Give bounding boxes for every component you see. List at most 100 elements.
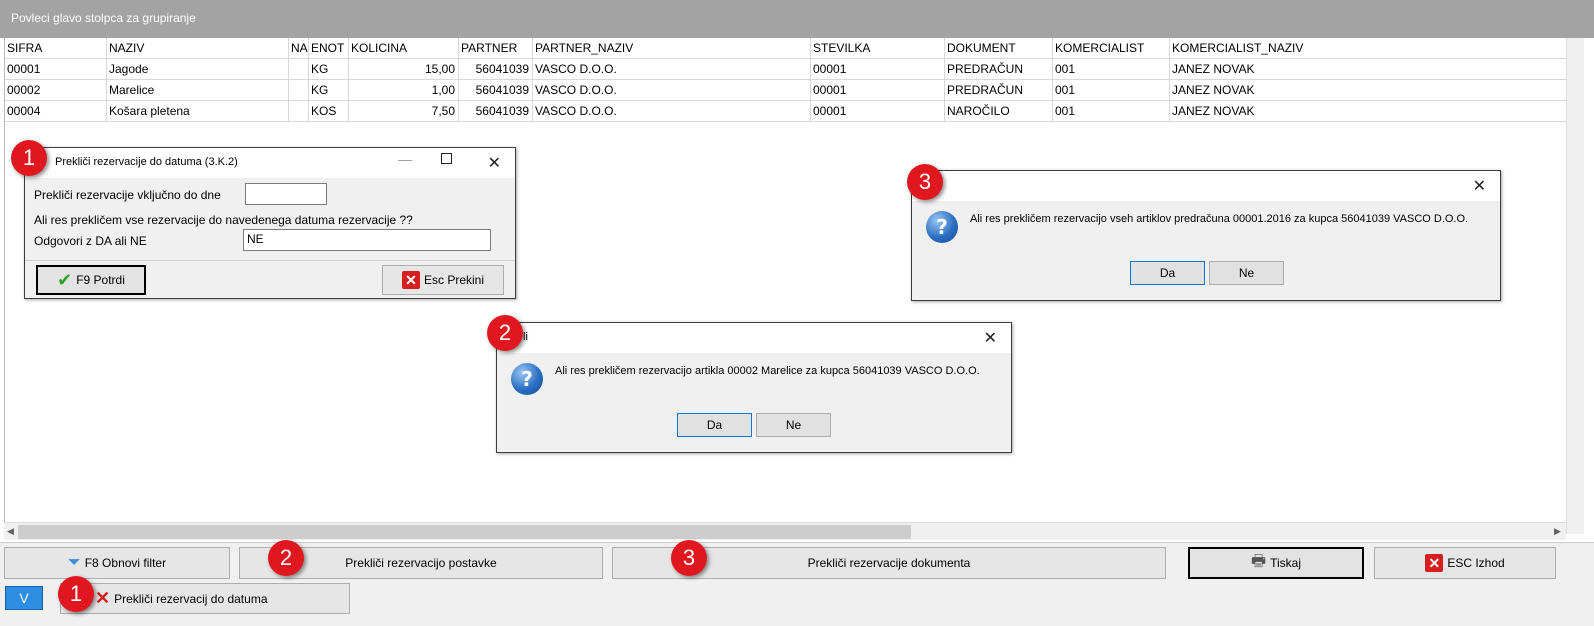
- column-header[interactable]: ENOT: [309, 38, 349, 59]
- table-cell[interactable]: Jagode: [107, 59, 289, 80]
- question-icon: ?: [926, 211, 958, 243]
- step-badge-2: 2: [487, 315, 523, 351]
- table-cell[interactable]: 1,00: [349, 80, 459, 101]
- column-header[interactable]: KOLICINA: [349, 38, 459, 59]
- table-cell[interactable]: 7,50: [349, 101, 459, 122]
- refresh-filter-button[interactable]: ⏷ F8 Obnovi filter: [4, 547, 230, 579]
- table-cell[interactable]: 56041039: [459, 101, 533, 122]
- close-icon[interactable]: ✕: [984, 328, 997, 348]
- yes-button[interactable]: Da: [1130, 261, 1205, 285]
- table-cell[interactable]: [289, 101, 309, 122]
- table-cell[interactable]: JANEZ NOVAK: [1170, 101, 1567, 122]
- cancel-x-icon: ✕: [401, 271, 420, 289]
- column-header[interactable]: NA: [289, 38, 309, 59]
- table-cell[interactable]: KOS: [309, 101, 349, 122]
- exit-button[interactable]: ✕ ESC Izhod: [1374, 547, 1556, 579]
- dialog-title: Prekliči rezervacije do datuma (3.K.2): [55, 156, 238, 168]
- table-cell[interactable]: [289, 80, 309, 101]
- column-header[interactable]: KOMERCIALIST_NAZIV: [1170, 38, 1567, 59]
- no-button[interactable]: Ne: [756, 413, 831, 437]
- table-cell[interactable]: Košara pletena: [107, 101, 289, 122]
- scroll-right-icon[interactable]: ▶: [1554, 526, 1561, 537]
- table-cell[interactable]: 56041039: [459, 80, 533, 101]
- printer-icon: 🖶: [1251, 552, 1267, 570]
- column-header[interactable]: STEVILKA: [811, 38, 945, 59]
- table-cell[interactable]: PREDRAČUN: [945, 59, 1053, 80]
- no-button[interactable]: Ne: [1209, 261, 1284, 285]
- maximize-icon[interactable]: [441, 153, 452, 164]
- table-cell[interactable]: 00001: [5, 59, 107, 80]
- minimize-icon[interactable]: —: [398, 151, 412, 167]
- scroll-thumb[interactable]: [18, 525, 911, 539]
- table-cell[interactable]: Marelice: [107, 80, 289, 101]
- column-header[interactable]: SIFRA: [5, 38, 107, 59]
- step-badge-2: 2: [268, 540, 304, 576]
- table-cell[interactable]: 00004: [5, 101, 107, 122]
- step-badge-1: 1: [58, 576, 94, 612]
- red-x-icon: ✕: [95, 588, 111, 608]
- dialog-message: Ali res prekličem rezervacijo vseh artik…: [970, 213, 1469, 225]
- table-cell[interactable]: VASCO D.O.O.: [533, 101, 811, 122]
- dialog-titlebar: ✕: [912, 171, 1500, 201]
- table-cell[interactable]: 00001: [811, 80, 945, 101]
- date-label: Prekliči rezervacije vključno do dne: [34, 188, 221, 202]
- vertical-scrollbar[interactable]: [1566, 38, 1584, 534]
- table-cell[interactable]: 00001: [811, 59, 945, 80]
- close-icon[interactable]: ✕: [488, 153, 501, 173]
- table-row[interactable]: 00004 Košara pletena KOS 7,50 56041039 VASCO …: [5, 101, 1567, 122]
- table-cell[interactable]: 001: [1053, 80, 1170, 101]
- column-header[interactable]: PARTNER: [459, 38, 533, 59]
- cancel-by-date-button[interactable]: ✕ Prekliči rezervacij do datuma: [60, 583, 350, 614]
- dialog-title: li: [523, 331, 528, 343]
- table-row[interactable]: 00001 Jagode KG 15,00 56041039 VASCO D.O.O. 00…: [5, 59, 1567, 80]
- dialog-cancel-item: li ✕ ? Ali res prekličem rezervacijo art…: [496, 322, 1012, 453]
- table-cell[interactable]: 001: [1053, 101, 1170, 122]
- column-header[interactable]: NAZIV: [107, 38, 289, 59]
- dialog-titlebar: li ✕: [497, 323, 1011, 353]
- funnel-icon: ⏷: [67, 554, 81, 571]
- column-header[interactable]: DOKUMENT: [945, 38, 1053, 59]
- step-badge-3: 3: [671, 540, 707, 576]
- table-cell[interactable]: 001: [1053, 59, 1170, 80]
- table-cell[interactable]: 15,00: [349, 59, 459, 80]
- cancel-button[interactable]: ✕ Esc Prekini: [382, 265, 504, 295]
- checkmark-icon: ✔: [57, 269, 73, 290]
- table-cell[interactable]: 56041039: [459, 59, 533, 80]
- table-cell[interactable]: NAROČILO: [945, 101, 1053, 122]
- exit-x-icon: ✕: [1425, 554, 1444, 572]
- table-cell[interactable]: KG: [309, 59, 349, 80]
- column-header[interactable]: KOMERCIALIST: [1053, 38, 1170, 59]
- date-input[interactable]: [245, 183, 327, 205]
- print-button[interactable]: 🖶 Tiskaj: [1188, 547, 1364, 579]
- step-badge-1: 1: [11, 140, 47, 176]
- bottom-toolbar: ⏷ F8 Obnovi filter Prekliči rezervacijo …: [0, 542, 1594, 626]
- answer-input[interactable]: NE: [243, 229, 491, 251]
- v-toggle-button[interactable]: V: [5, 586, 43, 610]
- confirm-button[interactable]: ✔ F9 Potrdi: [36, 265, 146, 295]
- table-cell[interactable]: 00002: [5, 80, 107, 101]
- dialog-titlebar: Prekliči rezervacije do datuma (3.K.2) —…: [25, 148, 515, 178]
- table-cell[interactable]: [289, 59, 309, 80]
- table-cell[interactable]: VASCO D.O.O.: [533, 59, 811, 80]
- column-header[interactable]: PARTNER_NAZIV: [533, 38, 811, 59]
- grid-header-row[interactable]: SIFRA NAZIV NA ENOT KOLICINA PARTNER PARTNER_N…: [5, 38, 1567, 59]
- confirm-question: Ali res prekličem vse rezervacije do nav…: [34, 213, 413, 227]
- step-badge-3: 3: [907, 164, 943, 200]
- dialog-cancel-by-date: Prekliči rezervacije do datuma (3.K.2) —…: [24, 147, 516, 299]
- table-row[interactable]: 00002 Marelice KG 1,00 56041039 VASCO D.O.O. 0…: [5, 80, 1567, 101]
- group-by-header[interactable]: Povleci glavo stolpca za grupiranje: [0, 0, 1594, 38]
- yes-button[interactable]: Da: [677, 413, 752, 437]
- dialog-message: Ali res prekličem rezervacijo artikla 00…: [555, 365, 980, 377]
- table-cell[interactable]: PREDRAČUN: [945, 80, 1053, 101]
- table-cell[interactable]: VASCO D.O.O.: [533, 80, 811, 101]
- table-cell[interactable]: 00001: [811, 101, 945, 122]
- scroll-left-icon[interactable]: ◀: [7, 526, 14, 537]
- table-cell[interactable]: KG: [309, 80, 349, 101]
- table-cell[interactable]: JANEZ NOVAK: [1170, 59, 1567, 80]
- question-icon: ?: [511, 363, 543, 395]
- horizontal-scrollbar[interactable]: ◀ ▶: [4, 522, 1566, 540]
- dialog-cancel-document: ✕ ? Ali res prekličem rezervacijo vseh a…: [911, 170, 1501, 301]
- close-icon[interactable]: ✕: [1473, 176, 1486, 196]
- table-cell[interactable]: JANEZ NOVAK: [1170, 80, 1567, 101]
- answer-label: Odgovori z DA ali NE: [34, 234, 147, 248]
